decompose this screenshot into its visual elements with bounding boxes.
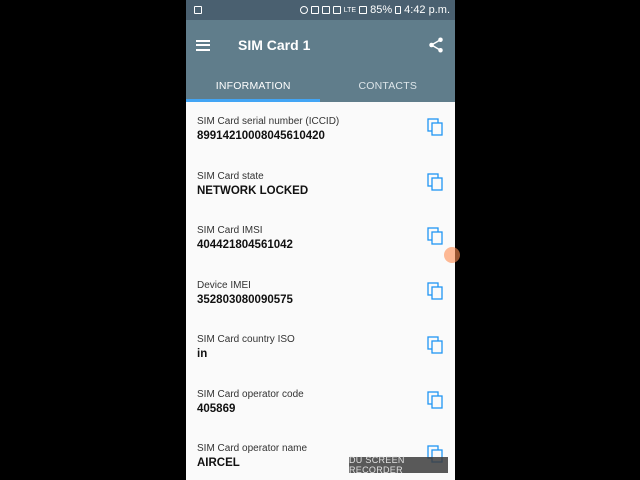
item-label: Device IMEI bbox=[197, 279, 251, 291]
touch-indicator bbox=[444, 247, 460, 263]
item-label: SIM Card operator name bbox=[197, 443, 308, 454]
item-value: in bbox=[197, 348, 208, 360]
copy-icon[interactable] bbox=[427, 281, 443, 300]
nfc-icon bbox=[321, 6, 330, 14]
list-item: SIM Card country ISO in bbox=[186, 326, 455, 381]
tab-contacts[interactable]: CONTACTS bbox=[321, 70, 456, 102]
copy-icon[interactable] bbox=[427, 172, 443, 191]
item-value: NETWORK LOCKED bbox=[197, 184, 309, 197]
item-label: SIM Card operator code bbox=[197, 388, 304, 400]
battery-icon bbox=[395, 6, 402, 14]
sim-info-list: SIM Card serial number (ICCID) 899142100… bbox=[186, 102, 455, 480]
item-label: SIM Card serial number (ICCID) bbox=[197, 116, 340, 127]
list-item: Device IMEI 352803080090575 bbox=[186, 272, 455, 327]
share-icon[interactable] bbox=[427, 36, 445, 54]
alarm-icon bbox=[299, 6, 308, 14]
vibrate-icon bbox=[310, 6, 319, 14]
item-value: 404421804561042 bbox=[197, 239, 293, 251]
item-value: 89914210008045610420 bbox=[197, 130, 325, 142]
item-value: 352803080090575 bbox=[197, 293, 293, 306]
phone-screen: LTE 85% 4:42 p.m. SIM Card 1 INFORMATION… bbox=[186, 0, 455, 480]
camera-notification-icon bbox=[194, 6, 202, 14]
item-label: SIM Card country ISO bbox=[197, 334, 295, 345]
copy-icon[interactable] bbox=[427, 336, 443, 354]
list-item: SIM Card state NETWORK LOCKED bbox=[186, 163, 455, 218]
signal-strength-icon bbox=[359, 6, 368, 14]
screen-recorder-watermark: DU SCREEN RECORDER bbox=[349, 455, 448, 475]
copy-icon[interactable] bbox=[427, 118, 443, 136]
copy-icon[interactable] bbox=[427, 227, 443, 245]
list-item: SIM Card operator code 405869 bbox=[186, 381, 455, 436]
item-label: SIM Card IMSI bbox=[197, 225, 263, 236]
battery-percent: 85% bbox=[370, 4, 393, 16]
network-type-label: LTE bbox=[343, 6, 357, 14]
list-item: SIM Card IMSI 404421804561042 bbox=[186, 217, 455, 272]
item-value: 405869 bbox=[197, 402, 236, 415]
page-title: SIM Card 1 bbox=[238, 37, 311, 53]
status-bar: LTE 85% 4:42 p.m. bbox=[186, 0, 455, 20]
signal-icon bbox=[332, 6, 341, 14]
item-label: SIM Card state bbox=[197, 170, 264, 182]
tab-information[interactable]: INFORMATION bbox=[186, 70, 321, 102]
clock: 4:42 p.m. bbox=[404, 4, 450, 16]
list-item: SIM Card serial number (ICCID) 899142100… bbox=[186, 108, 455, 163]
tab-bar: INFORMATION CONTACTS bbox=[186, 70, 455, 102]
hamburger-menu-icon[interactable] bbox=[196, 39, 210, 51]
copy-icon[interactable] bbox=[427, 390, 443, 409]
active-tab-indicator bbox=[186, 99, 320, 102]
app-toolbar: SIM Card 1 bbox=[186, 20, 455, 70]
